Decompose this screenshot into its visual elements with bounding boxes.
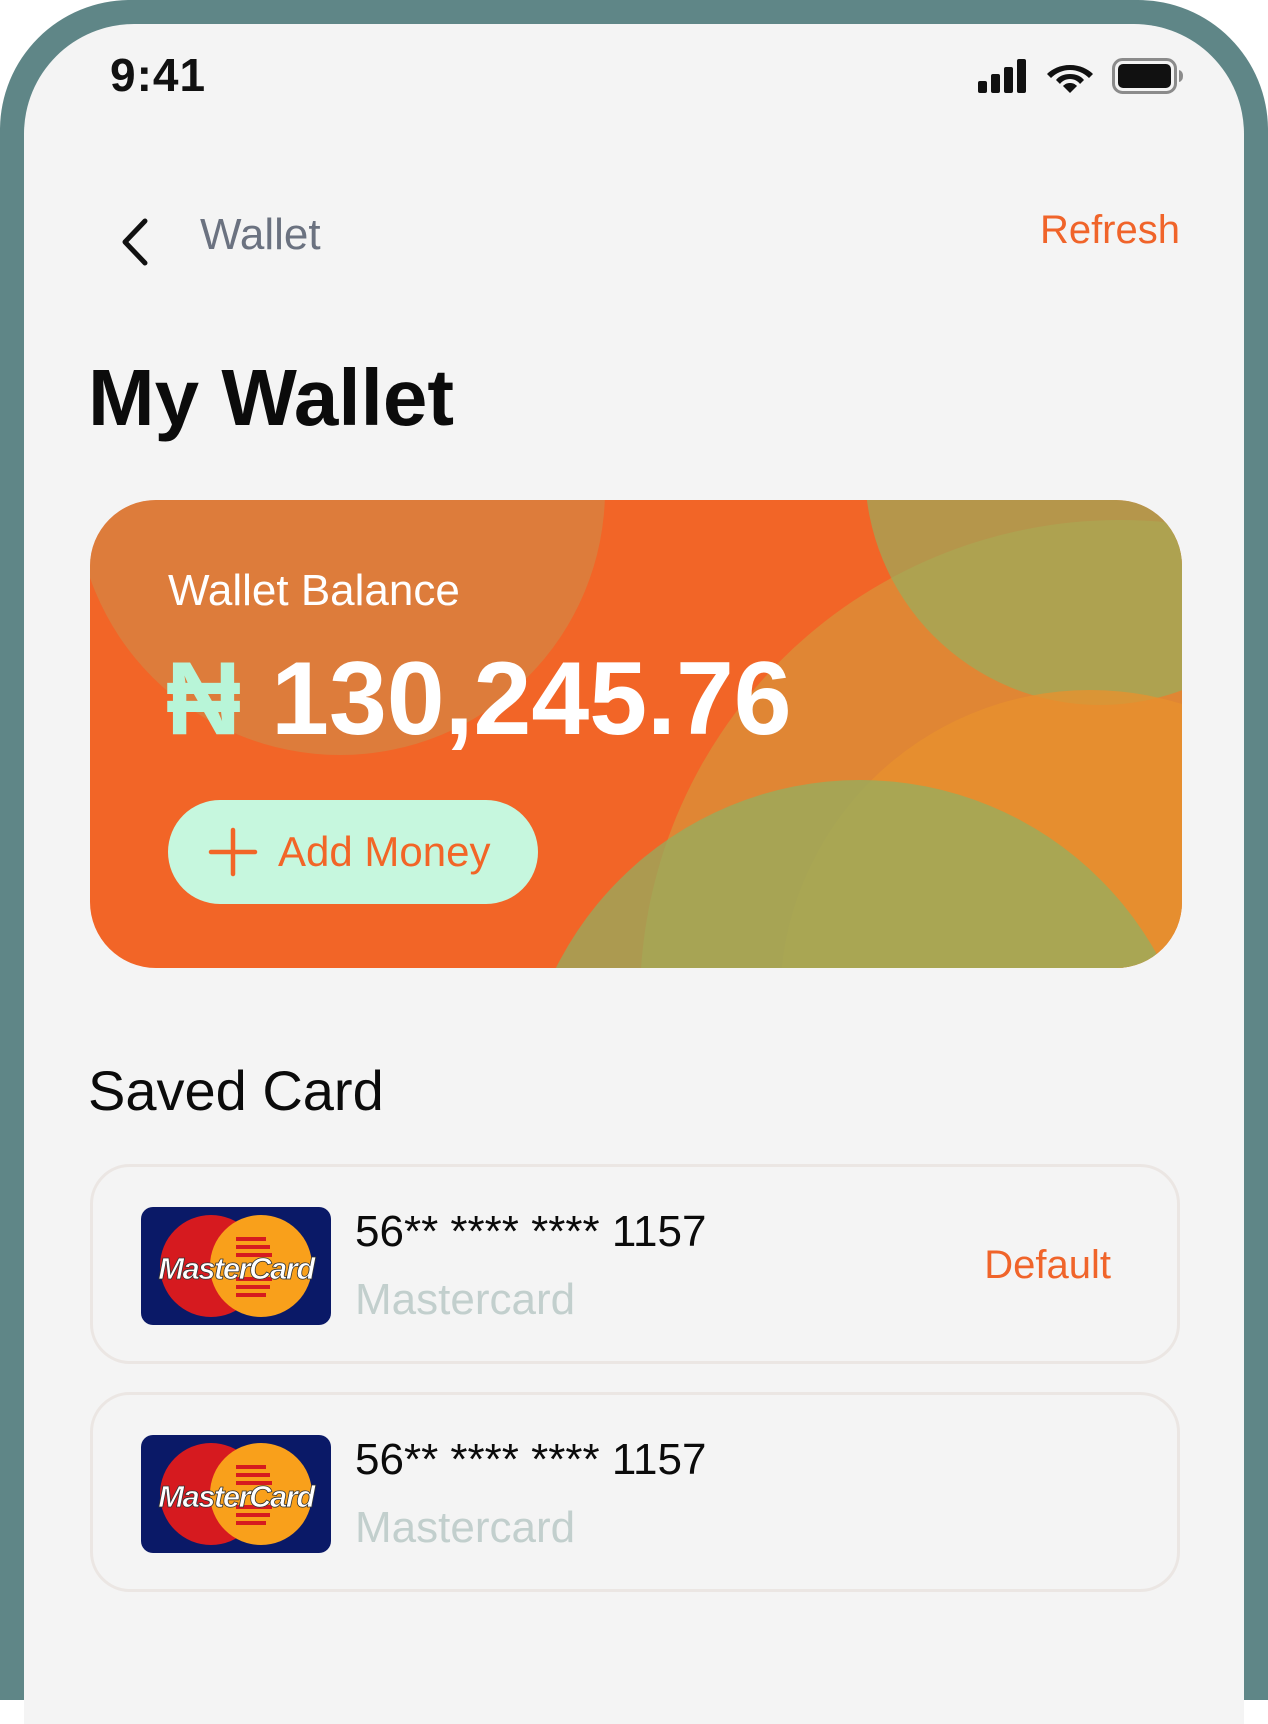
page-title: My Wallet — [88, 353, 454, 442]
add-money-label: Add Money — [278, 828, 491, 875]
back-button[interactable] — [104, 212, 164, 272]
card-number: 56** **** **** 1157 — [355, 1207, 707, 1256]
battery-icon — [1112, 58, 1183, 94]
add-money-button[interactable]: Add Money — [168, 800, 538, 904]
default-badge: Default — [984, 1243, 1111, 1287]
card-brand: Mastercard — [355, 1275, 576, 1324]
balance-amount: ₦ 130,245.76 — [166, 640, 792, 759]
balance-value: 130,245.76 — [271, 641, 792, 757]
svg-text:MasterCard: MasterCard — [158, 1479, 316, 1514]
saved-card-title: Saved Card — [88, 1059, 384, 1122]
nav-title: Wallet — [200, 210, 321, 259]
saved-card-item[interactable]: MasterCard 56** **** **** 1157 Mastercar… — [90, 1392, 1180, 1592]
signal-icon — [978, 59, 1026, 93]
status-icons — [978, 58, 1184, 94]
refresh-button[interactable]: Refresh — [1040, 208, 1180, 253]
mastercard-logo: MasterCard — [141, 1435, 331, 1553]
mastercard-logo: MasterCard — [141, 1207, 331, 1325]
status-time: 9:41 — [110, 49, 207, 101]
saved-card-item[interactable]: MasterCard 56** **** **** 1157 Mastercar… — [90, 1164, 1180, 1364]
wallet-balance-card: Wallet Balance ₦ 130,245.76 Add Money — [90, 500, 1182, 968]
balance-label: Wallet Balance — [168, 566, 460, 615]
wifi-icon — [1047, 65, 1093, 93]
chevron-left-icon — [122, 218, 148, 266]
phone-screen: 9:41 Wallet Refresh My Wallet Wallet Bal… — [24, 24, 1244, 1724]
svg-text:MasterCard: MasterCard — [158, 1251, 316, 1286]
plus-icon — [208, 827, 258, 877]
card-brand: Mastercard — [355, 1503, 576, 1552]
card-number: 56** **** **** 1157 — [355, 1435, 707, 1484]
currency-symbol: ₦ — [166, 641, 242, 757]
